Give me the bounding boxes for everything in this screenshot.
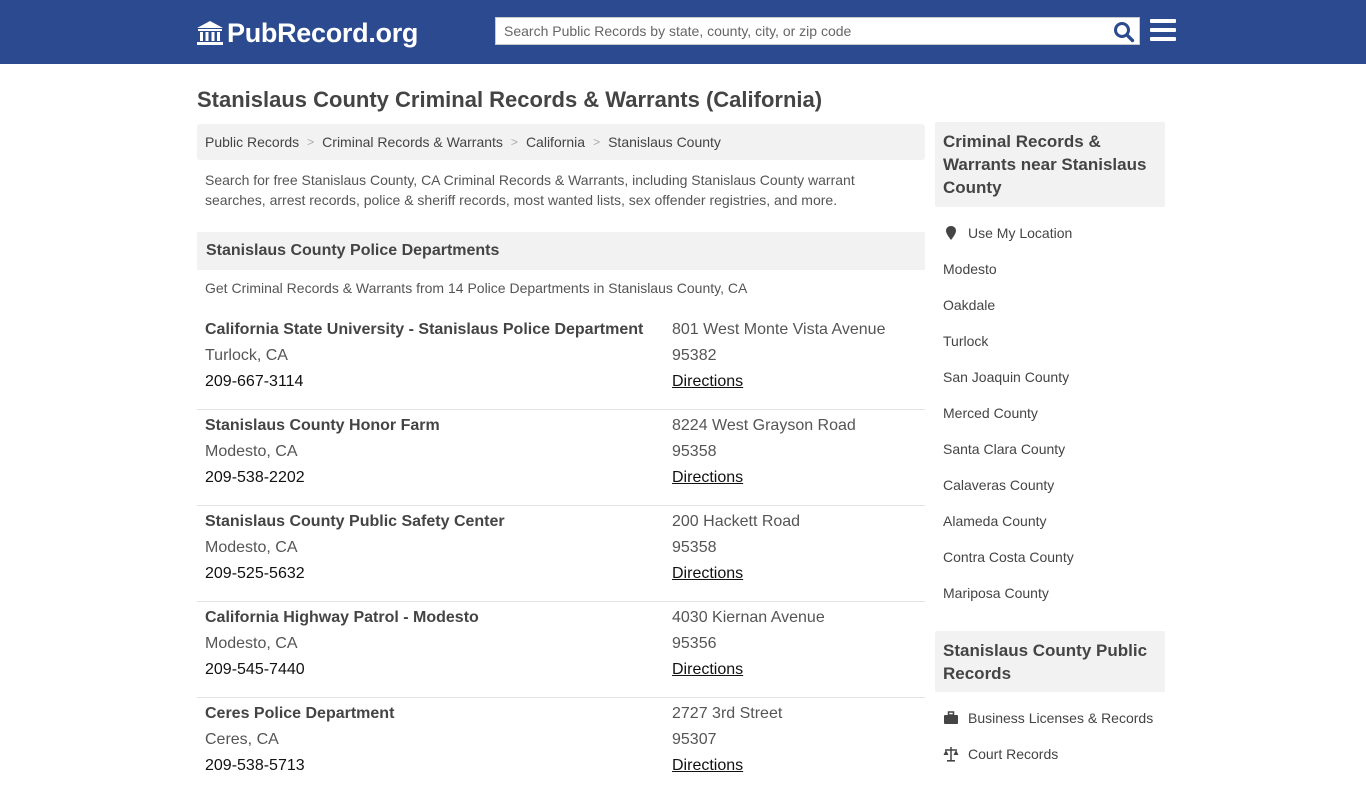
top-navigation-bar: PubRecord.org <box>0 0 1366 64</box>
briefcase-icon <box>944 711 958 724</box>
page-title: Stanislaus County Criminal Records & War… <box>197 87 823 112</box>
department-phone: 209-538-5713 <box>205 757 305 774</box>
sidebar-item-business-licenses[interactable]: Business Licenses & Records <box>943 700 1165 736</box>
use-my-location-label: Use My Location <box>968 225 1073 241</box>
department-phone: 209-525-5632 <box>205 565 305 582</box>
site-logo[interactable]: PubRecord.org <box>196 17 418 49</box>
breadcrumb: Public Records > Criminal Records & Warr… <box>197 124 925 160</box>
department-city: Modesto, CA <box>205 539 298 556</box>
breadcrumb-separator: > <box>307 135 315 149</box>
sidebar-item-san-joaquin-county[interactable]: San Joaquin County <box>943 359 1165 395</box>
section-heading-police-departments: Stanislaus County Police Departments <box>197 232 925 270</box>
intro-text: Search for free Stanislaus County, CA Cr… <box>205 172 855 208</box>
department-city: Turlock, CA <box>205 347 288 364</box>
menu-bar-line <box>1150 28 1176 32</box>
map-marker-icon <box>946 226 956 240</box>
breadcrumb-separator: > <box>593 135 601 149</box>
list-item: Ceres Police Department Ceres, CA 209-53… <box>197 698 925 793</box>
department-city: Modesto, CA <box>205 635 298 652</box>
department-name: California State University - Stanislaus… <box>205 321 644 338</box>
search-icon <box>1114 22 1135 43</box>
sidebar-public-records-heading: Stanislaus County Public Records <box>935 631 1165 692</box>
breadcrumb-criminal-records[interactable]: Criminal Records & Warrants <box>322 134 503 150</box>
department-city: Modesto, CA <box>205 443 298 460</box>
department-name: Ceres Police Department <box>205 705 395 722</box>
directions-link[interactable]: Directions <box>672 469 743 487</box>
department-street: 4030 Kiernan Avenue <box>672 609 825 626</box>
directions-link[interactable]: Directions <box>672 373 743 391</box>
directions-link[interactable]: Directions <box>672 661 743 679</box>
sidebar-item-turlock[interactable]: Turlock <box>943 323 1165 359</box>
department-zip: 95382 <box>672 347 717 364</box>
list-item: California State University - Stanislaus… <box>197 314 925 410</box>
department-name: California Highway Patrol - Modesto <box>205 609 479 626</box>
breadcrumb-stanislaus-county[interactable]: Stanislaus County <box>608 134 721 150</box>
court-records-label: Court Records <box>968 746 1059 762</box>
department-zip: 95356 <box>672 635 717 652</box>
menu-bar-line <box>1150 37 1176 41</box>
sidebar-item-modesto[interactable]: Modesto <box>943 251 1165 287</box>
search-input[interactable] <box>496 18 1106 44</box>
police-department-list: California State University - Stanislaus… <box>197 314 925 793</box>
brand-name: PubRecord.org <box>227 17 419 48</box>
search-button[interactable] <box>1113 21 1135 43</box>
department-street: 2727 3rd Street <box>672 705 783 722</box>
sidebar-item-oakdale[interactable]: Oakdale <box>943 287 1165 323</box>
sidebar-item-contra-costa-county[interactable]: Contra Costa County <box>943 539 1165 575</box>
scales-icon <box>943 747 959 762</box>
list-item: Stanislaus County Public Safety Center M… <box>197 506 925 602</box>
sidebar-item-santa-clara-county[interactable]: Santa Clara County <box>943 431 1165 467</box>
list-item: California Highway Patrol - Modesto Mode… <box>197 602 925 698</box>
department-street: 8224 West Grayson Road <box>672 417 856 434</box>
sidebar-item-merced-county[interactable]: Merced County <box>943 395 1165 431</box>
section-subheading: Get Criminal Records & Warrants from 14 … <box>205 280 748 296</box>
sidebar-item-court-records[interactable]: Court Records <box>943 736 1165 772</box>
department-phone: 209-667-3114 <box>205 373 304 390</box>
department-zip: 95358 <box>672 539 717 556</box>
business-licenses-label: Business Licenses & Records <box>968 710 1154 726</box>
directions-link[interactable]: Directions <box>672 565 743 583</box>
department-zip: 95358 <box>672 443 717 460</box>
sidebar-nearby-list: Use My Location Modesto Oakdale Turlock … <box>943 215 1165 611</box>
list-item: Stanislaus County Honor Farm Modesto, CA… <box>197 410 925 506</box>
department-zip: 95307 <box>672 731 717 748</box>
department-name: Stanislaus County Public Safety Center <box>205 513 505 530</box>
sidebar-nearby-heading: Criminal Records & Warrants near Stanisl… <box>935 122 1165 207</box>
sidebar-item-mariposa-county[interactable]: Mariposa County <box>943 575 1165 611</box>
department-street: 200 Hackett Road <box>672 513 801 530</box>
menu-bar-line <box>1150 19 1176 23</box>
sidebar-item-calaveras-county[interactable]: Calaveras County <box>943 467 1165 503</box>
sidebar-item-alameda-county[interactable]: Alameda County <box>943 503 1165 539</box>
use-my-location-link[interactable]: Use My Location <box>943 215 1165 251</box>
department-street: 801 West Monte Vista Avenue <box>672 321 886 338</box>
sidebar-public-records-list: Business Licenses & Records Court Record… <box>943 700 1165 772</box>
department-phone: 209-538-2202 <box>205 469 305 486</box>
breadcrumb-california[interactable]: California <box>526 134 585 150</box>
department-city: Ceres, CA <box>205 731 279 748</box>
directions-link[interactable]: Directions <box>672 757 743 775</box>
department-phone: 209-545-7440 <box>205 661 305 678</box>
hamburger-menu-button[interactable] <box>1150 19 1176 43</box>
department-name: Stanislaus County Honor Farm <box>205 417 440 434</box>
breadcrumb-public-records[interactable]: Public Records <box>205 134 299 150</box>
search-bar <box>495 17 1140 45</box>
breadcrumb-separator: > <box>510 135 518 149</box>
courthouse-icon <box>197 21 223 45</box>
